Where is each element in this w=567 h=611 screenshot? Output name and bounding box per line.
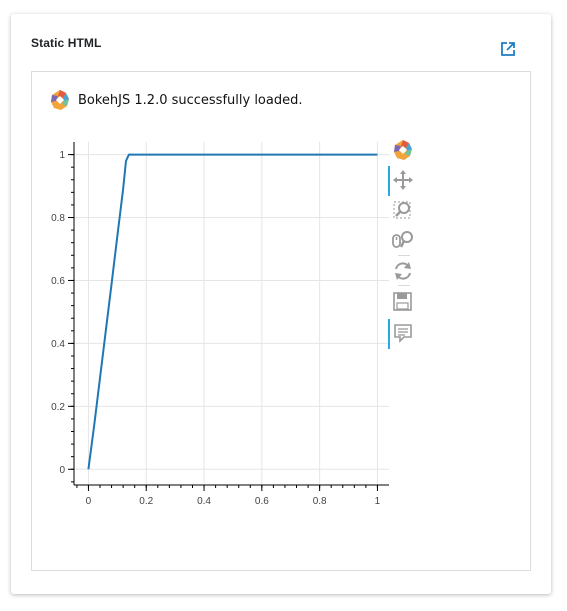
tick-labels: 0 0.2 0.4 0.6 0.8 1 0 0.2 0.4 0.6 0.8 1 [51,150,381,507]
y-tick-label: 0.8 [51,213,65,224]
hover-active-indicator [388,319,390,349]
plot-toolbar [388,139,416,349]
toolbar-separator [398,285,410,286]
grid [74,142,389,485]
x-tick-label: 0.4 [197,496,211,507]
card-title: Static HTML [31,36,102,50]
x-tick-label: 0.6 [255,496,269,507]
y-tick-label: 0.4 [51,339,65,350]
wheel-zoom-icon[interactable] [392,229,416,253]
output-area: BokehJS 1.2.0 successfully loaded. 0 0.2 0… [31,71,531,571]
y-tick-label: 0 [59,465,65,476]
open-in-new-icon[interactable] [499,40,517,58]
y-tick-label: 0.6 [51,276,65,287]
y-tick-label: 1 [59,150,65,161]
series-line [87,153,378,470]
x-tick-label: 0.8 [313,496,327,507]
y-tick-label: 0.2 [51,402,65,413]
save-icon[interactable] [392,291,416,315]
plot-canvas[interactable]: 0 0.2 0.4 0.6 0.8 1 0 0.2 0.4 0.6 0.8 1 [32,72,530,570]
bokeh-logo-icon[interactable] [392,139,416,163]
x-tick-label: 0 [86,496,92,507]
toolbar-separator [398,255,410,256]
hover-icon[interactable] [392,322,416,346]
box-zoom-icon[interactable] [392,199,416,223]
x-tick-label: 0.2 [139,496,153,507]
pan-icon[interactable] [392,169,416,193]
axes [68,142,389,491]
pan-active-indicator [388,166,390,196]
x-tick-label: 1 [375,496,381,507]
series-layer [87,153,378,470]
reset-icon[interactable] [392,260,416,284]
notebook-card: Static HTML BokehJS 1.2.0 successfully l… [11,14,551,594]
